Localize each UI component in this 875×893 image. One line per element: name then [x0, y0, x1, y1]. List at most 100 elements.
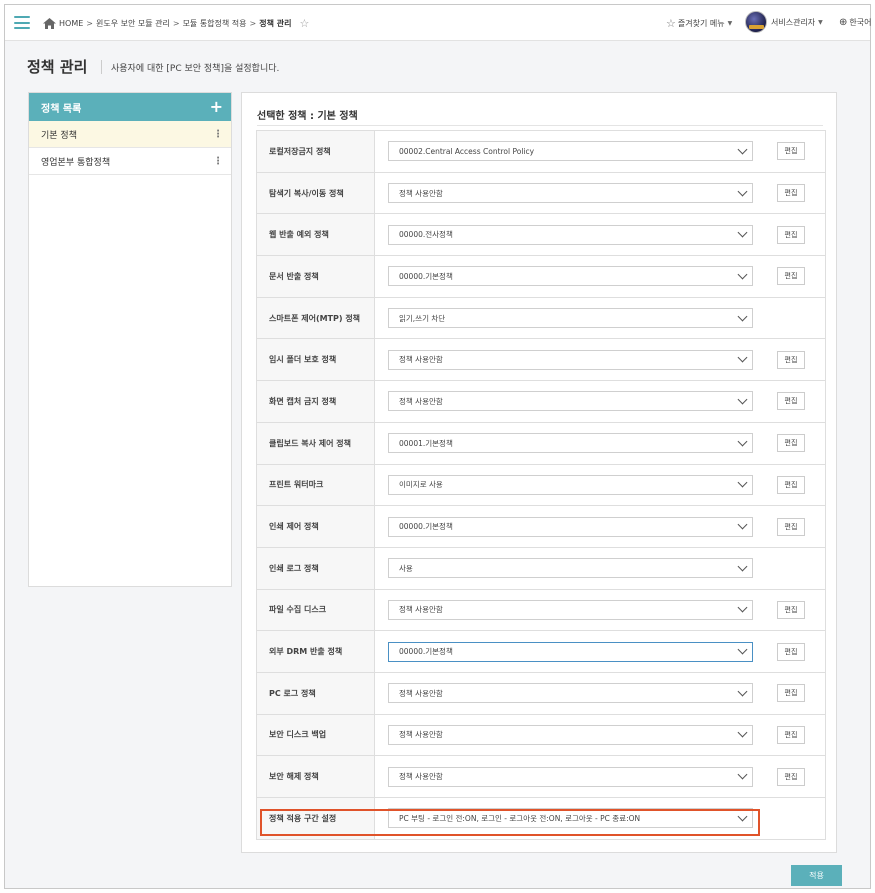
caret-down-icon: ▼ [727, 20, 733, 27]
policy-select[interactable]: 정책 사용안함 [388, 724, 753, 745]
policy-select-value: 정책 사용안함 [399, 730, 443, 740]
policy-select[interactable]: 이미지로 사용 [388, 474, 753, 495]
policy-row-controls: 정책 사용안함 편집 [388, 683, 825, 704]
policy-row-value-cell: 정책 사용안함 편집 [374, 588, 826, 632]
policy-detail-panel: 선택한 정책 : 기본 정책 로컬저장금지 정책 00002.Central Ac… [241, 92, 837, 853]
policy-select[interactable]: 읽기,쓰기 차단 [388, 308, 753, 329]
policy-row-label: 인쇄 제어 정책 [256, 505, 375, 548]
page-title: 정책 관리 [27, 58, 88, 76]
policy-row: 프린트 워터마크 이미지로 사용 편집 [256, 463, 826, 507]
policy-row-label: 프린트 워터마크 [256, 463, 375, 507]
policy-select[interactable]: 정책 사용안함 [388, 391, 753, 412]
edit-button[interactable]: 편집 [777, 350, 805, 369]
policy-select-value: 00000.기본정책 [399, 271, 453, 281]
kebab-menu-icon[interactable]: ⋮ [213, 129, 223, 140]
user-menu[interactable]: 서비스관리자 ▼ [745, 11, 823, 33]
policy-row-controls: 읽기,쓰기 차단 [388, 308, 825, 329]
edit-button[interactable]: 편집 [777, 725, 805, 744]
policy-row-controls: 00000.전사정책 편집 [388, 224, 825, 245]
home-icon[interactable] [43, 18, 56, 29]
policy-row-label: 인쇄 로그 정책 [256, 546, 375, 590]
star-icon: ☆ [666, 17, 676, 30]
policy-row-controls: 00000.기본정책 편집 [388, 516, 825, 537]
policy-select[interactable]: 00002.Central Access Control Policy [388, 141, 753, 162]
policy-select[interactable]: 정책 사용안함 [388, 599, 753, 620]
policy-row: 임시 폴더 보호 정책 정책 사용안함 편집 [256, 338, 826, 382]
policy-row: 정책 적용 구간 설정 PC 부팅 - 로그인 전:ON, 로그인 - 로그아웃 … [256, 797, 826, 840]
language-selector[interactable]: ⊕ 한국어 [839, 17, 871, 28]
policy-row: 보안 디스크 백업 정책 사용안함 편집 [256, 713, 826, 757]
policy-list-title: 정책 목록 [41, 103, 82, 115]
policy-row: 인쇄 로그 정책 사용 [256, 546, 826, 590]
policy-select[interactable]: 00000.기본정책 [388, 516, 753, 537]
policy-list-item[interactable]: 영업본부 통합정책 ⋮ [29, 148, 231, 175]
chevron-down-icon [737, 144, 748, 155]
policy-select-value: 00000.기본정책 [399, 522, 453, 532]
chevron-down-icon [737, 352, 748, 363]
policy-select[interactable]: PC 부팅 - 로그인 전:ON, 로그인 - 로그아웃 전:ON, 로그아웃 … [388, 808, 753, 829]
policy-select-value: 읽기,쓰기 차단 [399, 313, 446, 323]
policy-select[interactable]: 정책 사용안함 [388, 683, 753, 704]
edit-button[interactable]: 편집 [777, 392, 805, 411]
policy-select[interactable]: 00000.기본정책 [388, 641, 753, 662]
policy-row: 인쇄 제어 정책 00000.기본정책 편집 [256, 505, 826, 548]
policy-row-value-cell: 정책 사용안함 편집 [374, 171, 826, 215]
policy-select[interactable]: 00001.기본정책 [388, 433, 753, 454]
chevron-down-icon [737, 519, 748, 530]
globe-icon: ⊕ [839, 17, 848, 28]
policy-select[interactable]: 00000.전사정책 [388, 224, 753, 245]
policy-row-value-cell: 정책 사용안함 편집 [374, 755, 826, 798]
chevron-down-icon [737, 561, 748, 572]
breadcrumb-separator: > [172, 19, 180, 28]
policy-select[interactable]: 00000.기본정책 [388, 266, 753, 287]
language-label: 한국어 [849, 18, 872, 27]
breadcrumb-windows-module[interactable]: 윈도우 보안 모듈 관리 [96, 18, 170, 29]
chevron-down-icon [737, 269, 748, 280]
add-policy-icon[interactable]: + [210, 99, 223, 115]
policy-row-label: 파일 수집 디스크 [256, 588, 375, 632]
edit-button[interactable]: 편집 [777, 434, 805, 453]
policy-select-value: 00000.기본정책 [399, 647, 453, 657]
policy-select[interactable]: 정책 사용안함 [388, 349, 753, 370]
policy-select[interactable]: 정책 사용안함 [388, 183, 753, 204]
policy-select[interactable]: 정책 사용안함 [388, 766, 753, 787]
policy-select[interactable]: 사용 [388, 558, 753, 579]
chevron-down-icon [737, 811, 748, 822]
apply-button[interactable]: 적용 [791, 865, 842, 886]
policy-list-panel: 정책 목록 + 기본 정책 ⋮ 영업본부 통합정책 ⋮ [28, 92, 232, 587]
breadcrumb-separator: > [249, 19, 257, 28]
policy-row-label: 보안 해제 정책 [256, 755, 375, 798]
breadcrumb-home[interactable]: HOME [59, 19, 83, 28]
policy-settings-table: 로컬저장금지 정책 00002.Central Access Control Po… [256, 130, 826, 840]
policy-list-item[interactable]: 기본 정책 ⋮ [29, 121, 231, 148]
policy-row-label: 정책 적용 구간 설정 [256, 797, 375, 840]
top-bar: HOME > 윈도우 보안 모듈 관리 > 모듈 통합정책 적용 > 정책 관리… [5, 5, 871, 41]
avatar [745, 11, 767, 33]
edit-button[interactable]: 편집 [777, 517, 805, 536]
chevron-down-icon [737, 186, 748, 196]
policy-row: 웹 반출 예외 정책 00000.전사정책 편집 [256, 213, 826, 257]
edit-button[interactable]: 편집 [777, 225, 805, 244]
edit-button[interactable]: 편집 [777, 142, 805, 161]
policy-row: 로컬저장금지 정책 00002.Central Access Control Po… [256, 130, 826, 173]
policy-row-controls: 정책 사용안함 편집 [388, 349, 825, 370]
policy-row-value-cell: 정책 사용안함 편집 [374, 338, 826, 382]
favorites-menu[interactable]: ☆ 즐겨찾기 메뉴 ▼ [666, 17, 732, 30]
favorite-star-icon[interactable]: ☆ [299, 17, 309, 30]
edit-button[interactable]: 편집 [777, 475, 805, 494]
edit-button[interactable]: 편집 [777, 684, 805, 703]
edit-button[interactable]: 편집 [777, 600, 805, 619]
breadcrumb-module-policy[interactable]: 모듈 통합정책 적용 [183, 18, 247, 29]
user-name: 서비스관리자 [771, 17, 816, 27]
edit-button[interactable]: 편집 [777, 267, 805, 286]
chevron-down-icon [737, 686, 748, 697]
policy-row-value-cell: 00000.기본정책 편집 [374, 255, 826, 298]
hamburger-menu-icon[interactable] [14, 16, 30, 29]
edit-button[interactable]: 편집 [777, 642, 805, 661]
policy-select-value: PC 부팅 - 로그인 전:ON, 로그인 - 로그아웃 전:ON, 로그아웃 … [399, 813, 641, 823]
breadcrumb-separator: > [86, 19, 93, 28]
kebab-menu-icon[interactable]: ⋮ [213, 156, 223, 167]
divider [257, 125, 823, 126]
edit-button[interactable]: 편집 [777, 767, 805, 786]
edit-button[interactable]: 편집 [777, 184, 805, 203]
